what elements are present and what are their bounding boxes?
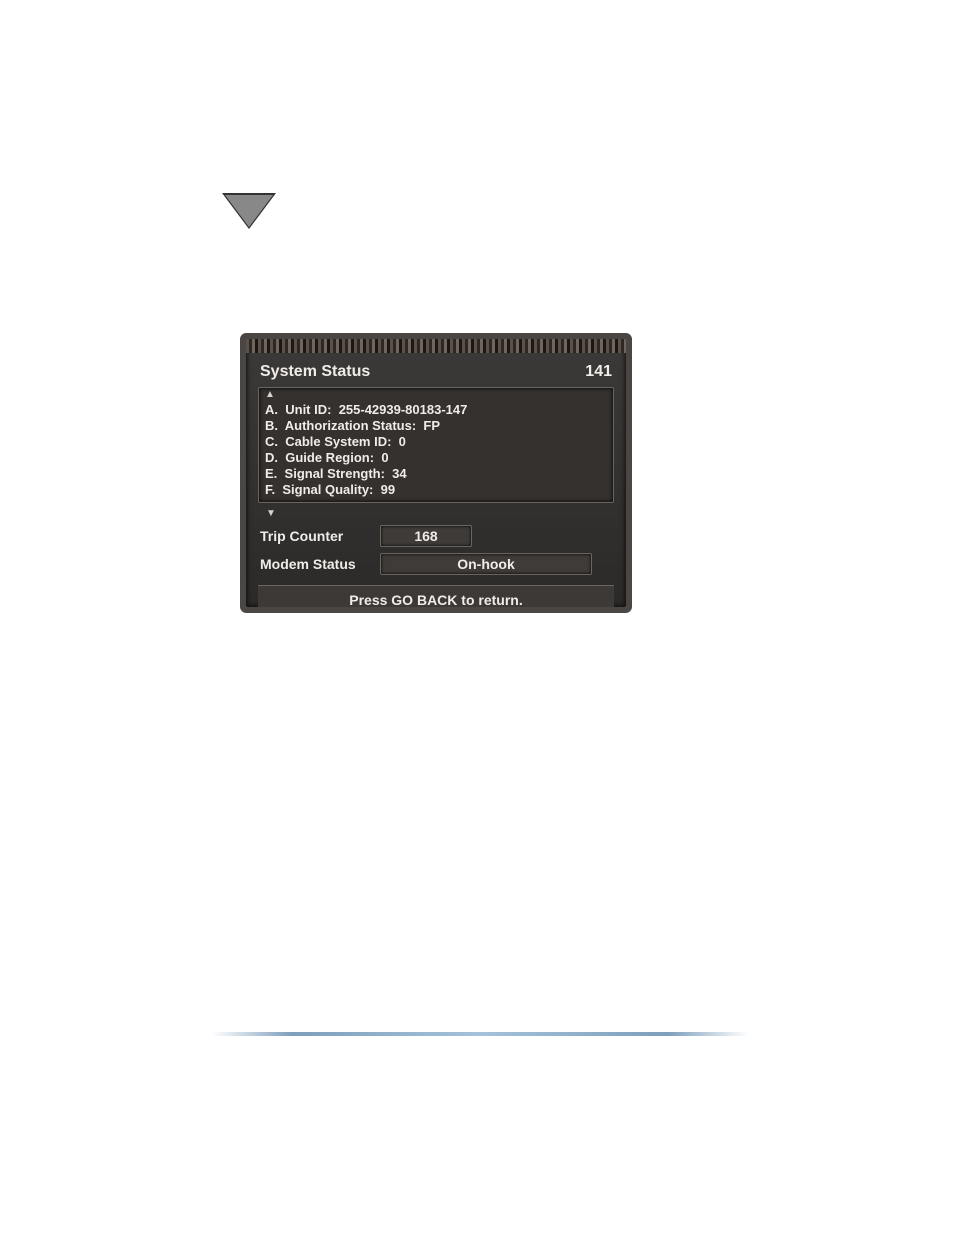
go-back-hint: Press GO BACK to return.	[258, 585, 614, 607]
status-item-a: A. Unit ID: 255-42939-80183-147	[265, 402, 609, 418]
trip-counter-label: Trip Counter	[260, 528, 380, 544]
status-item-c: C. Cable System ID: 0	[265, 434, 609, 450]
modem-status-value: On-hook	[380, 553, 592, 575]
decorative-noise-top	[246, 339, 626, 353]
status-item-f: F. Signal Quality: 99	[265, 482, 609, 498]
status-item-b: B. Authorization Status: FP	[265, 418, 609, 434]
status-item-e: E. Signal Strength: 34	[265, 466, 609, 482]
status-item-d: D. Guide Region: 0	[265, 450, 609, 466]
chevron-down-icon	[222, 193, 276, 229]
system-status-panel: System Status 141 ▲ A. Unit ID: 255-4293…	[246, 339, 626, 607]
modem-status-label: Modem Status	[260, 556, 380, 572]
trip-counter-value: 168	[380, 525, 472, 547]
status-list: ▲ A. Unit ID: 255-42939-80183-147 B. Aut…	[258, 387, 614, 503]
scroll-down-icon[interactable]: ▼	[256, 509, 616, 521]
divider-rule	[212, 1032, 748, 1036]
panel-title: System Status	[260, 363, 370, 381]
panel-number: 141	[585, 363, 612, 381]
scroll-up-icon[interactable]: ▲	[265, 390, 609, 402]
